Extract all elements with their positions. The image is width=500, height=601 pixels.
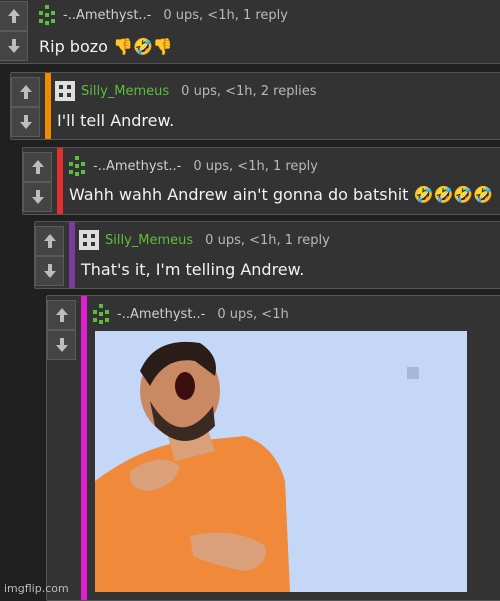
username[interactable]: Silly_Memeus	[81, 84, 169, 99]
avatar-icon[interactable]	[67, 156, 87, 176]
laughing-man-image	[95, 331, 467, 592]
comment-text: I'll tell Andrew.	[57, 111, 175, 130]
avatar-icon[interactable]	[91, 304, 111, 324]
comment-meta: -..Amethyst..- 0 ups, <1h, 1 reply	[37, 5, 288, 25]
arrow-up-icon	[43, 234, 56, 248]
upvote-button[interactable]	[47, 300, 76, 330]
downvote-button[interactable]	[11, 107, 40, 137]
comment-meta: Silly_Memeus 0 ups, <1h, 2 replies	[55, 81, 316, 101]
upvote-button[interactable]	[23, 152, 52, 182]
watermark: imgflip.com	[4, 582, 69, 595]
comment-meta: Silly_Memeus 0 ups, <1h, 1 reply	[79, 230, 330, 250]
username[interactable]: Silly_Memeus	[105, 233, 193, 248]
avatar-icon[interactable]	[55, 81, 75, 101]
comment-text: That's it, I'm telling Andrew.	[81, 260, 305, 279]
arrow-down-icon	[55, 338, 68, 352]
downvote-button[interactable]	[35, 256, 64, 286]
vote-column	[47, 300, 76, 360]
comment-image[interactable]	[95, 331, 467, 592]
arrow-down-icon	[43, 264, 56, 278]
arrow-down-icon	[19, 115, 32, 129]
avatar-icon[interactable]	[79, 230, 99, 250]
arrow-down-icon	[31, 190, 44, 204]
comment-stats: 0 ups, <1h, 1 reply	[205, 232, 330, 248]
arrow-up-icon	[31, 160, 44, 174]
downvote-button[interactable]	[23, 182, 52, 212]
vote-column	[0, 1, 28, 61]
thread-bar	[57, 148, 63, 214]
arrow-up-icon	[55, 308, 68, 322]
comment-stats: 0 ups, <1h, 1 reply	[193, 158, 318, 174]
downvote-button[interactable]	[47, 330, 76, 360]
comment-1: -..Amethyst..- 0 ups, <1h, 1 reply Rip b…	[0, 0, 500, 64]
upvote-button[interactable]	[11, 77, 40, 107]
username[interactable]: -..Amethyst..-	[117, 307, 205, 322]
vote-column	[35, 226, 64, 286]
comment-4: Silly_Memeus 0 ups, <1h, 1 reply That's …	[34, 221, 500, 289]
upvote-button[interactable]	[35, 226, 64, 256]
username[interactable]: -..Amethyst..-	[93, 159, 181, 174]
comment-meta: -..Amethyst..- 0 ups, <1h, 1 reply	[67, 156, 318, 176]
upvote-button[interactable]	[0, 1, 28, 31]
arrow-up-icon	[19, 85, 32, 99]
thread-bar	[45, 73, 51, 139]
avatar-icon[interactable]	[37, 5, 57, 25]
comment-2: Silly_Memeus 0 ups, <1h, 2 replies I'll …	[10, 72, 500, 140]
vote-column	[11, 77, 40, 137]
comment-stats: 0 ups, <1h, 1 reply	[163, 7, 288, 23]
vote-column	[23, 152, 52, 212]
arrow-up-icon	[7, 9, 20, 23]
comment-meta: -..Amethyst..- 0 ups, <1h	[91, 304, 289, 324]
thread-bar	[81, 296, 87, 600]
arrow-down-icon	[7, 39, 20, 53]
comment-stats: 0 ups, <1h, 2 replies	[181, 83, 317, 99]
comment-stats: 0 ups, <1h	[217, 306, 289, 322]
downvote-button[interactable]	[0, 31, 28, 61]
comment-3: -..Amethyst..- 0 ups, <1h, 1 reply Wahh …	[22, 147, 500, 215]
comment-text: Rip bozo 👎🤣👎	[39, 37, 173, 56]
thread-bar	[69, 222, 75, 288]
username[interactable]: -..Amethyst..-	[63, 8, 151, 23]
comment-text: Wahh wahh Andrew ain't gonna do batshit …	[69, 185, 494, 204]
